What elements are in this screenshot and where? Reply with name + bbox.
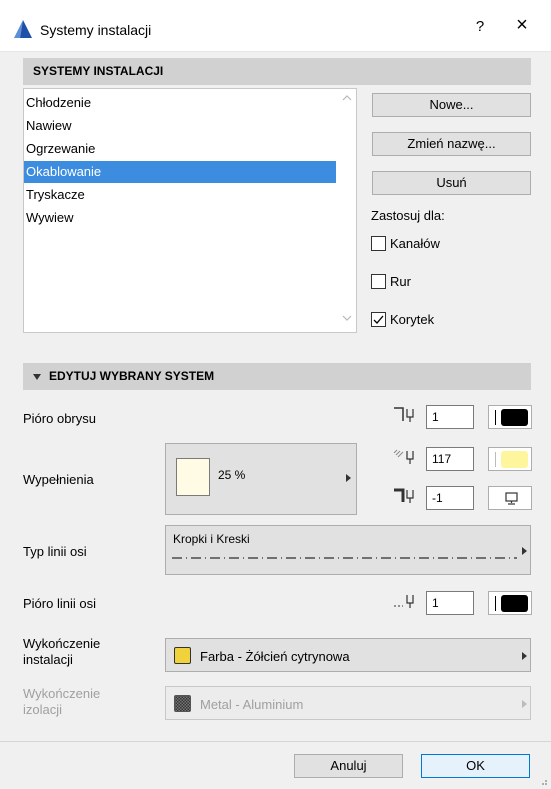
edit-section-title: EDYTUJ WYBRANY SYSTEM xyxy=(49,369,215,383)
axis-line-type-selector[interactable]: Kropki i Kreski xyxy=(165,525,531,575)
insulation-surface-value: Metal - Aluminium xyxy=(200,697,304,712)
checkbox-ducts[interactable] xyxy=(371,236,386,251)
insulation-surface-selector: Metal - Aluminium xyxy=(165,686,531,720)
installation-surface-label-line2: instalacji xyxy=(23,652,73,667)
resize-grip-icon[interactable] xyxy=(538,776,548,786)
checkbox-ducts-label[interactable]: Kanałów xyxy=(390,236,440,251)
outline-pen-icon xyxy=(394,407,414,422)
chevron-right-icon xyxy=(522,547,527,555)
dash-dot-line-preview xyxy=(172,557,517,559)
axis-pen-icon xyxy=(394,595,414,608)
axis-line-type-value: Kropki i Kreski xyxy=(173,532,250,546)
installation-surface-selector[interactable]: Farba - Żółcień cytrynowa xyxy=(165,638,531,672)
outline-pen-label: Pióro obrysu xyxy=(23,411,96,426)
scroll-up-icon[interactable] xyxy=(342,95,352,101)
list-item[interactable]: Chłodzenie xyxy=(24,92,336,114)
scroll-down-icon[interactable] xyxy=(342,315,352,321)
chevron-right-icon xyxy=(346,474,351,482)
edit-section-header[interactable]: EDYTUJ WYBRANY SYSTEM xyxy=(23,363,531,390)
background-pen-icon xyxy=(394,488,414,503)
checkmark-icon xyxy=(373,315,384,324)
footer-divider xyxy=(0,741,551,742)
installation-surface-value: Farba - Żółcień cytrynowa xyxy=(200,649,350,664)
checkbox-pipes-label[interactable]: Rur xyxy=(390,274,411,289)
help-button[interactable]: ? xyxy=(470,18,490,35)
outline-pen-color-swatch[interactable] xyxy=(488,405,532,429)
fill-selector[interactable]: 25 % xyxy=(165,443,357,515)
axis-line-pen-label: Pióro linii osi xyxy=(23,596,96,611)
axis-line-pen-field[interactable]: 1 xyxy=(426,591,474,615)
chevron-right-icon xyxy=(522,700,527,708)
ok-button[interactable]: OK xyxy=(421,754,530,778)
fill-pen-field[interactable]: 117 xyxy=(426,447,474,471)
rename-button[interactable]: Zmień nazwę... xyxy=(372,132,531,156)
fill-preview xyxy=(176,458,210,496)
delete-button[interactable]: Usuń xyxy=(372,171,531,195)
list-item-selected[interactable]: Okablowanie xyxy=(24,161,336,183)
insulation-surface-label-line1: Wykończenie xyxy=(23,686,101,701)
axis-line-pen-color xyxy=(501,595,528,612)
fill-pen-color xyxy=(501,451,528,468)
list-item[interactable]: Wywiew xyxy=(24,207,336,229)
chevron-right-icon xyxy=(522,652,527,660)
fill-pen-icon xyxy=(393,449,414,464)
systems-list[interactable]: Chłodzenie Nawiew Ogrzewanie Okablowanie… xyxy=(23,88,357,333)
monitor-icon xyxy=(505,492,518,505)
checkbox-pipes[interactable] xyxy=(371,274,386,289)
new-button[interactable]: Nowe... xyxy=(372,93,531,117)
surface-color-swatch xyxy=(174,647,191,664)
background-pen-field[interactable]: -1 xyxy=(426,486,474,510)
collapse-triangle-icon[interactable] xyxy=(33,373,41,380)
window-title: Systemy instalacji xyxy=(40,22,152,38)
list-item[interactable]: Nawiew xyxy=(24,115,336,137)
checkbox-trays[interactable] xyxy=(371,312,386,327)
metal-texture-icon xyxy=(174,695,191,712)
systems-section-header: SYSTEMY INSTALACJI xyxy=(23,58,531,85)
list-item[interactable]: Tryskacze xyxy=(24,184,336,206)
archicad-logo-icon xyxy=(14,20,32,38)
apply-for-label: Zastosuj dla: xyxy=(371,208,445,223)
axis-line-pen-color-swatch[interactable] xyxy=(488,591,532,615)
axis-line-type-label: Typ linii osi xyxy=(23,544,87,559)
cancel-button[interactable]: Anuluj xyxy=(294,754,403,778)
list-item[interactable]: Ogrzewanie xyxy=(24,138,336,160)
fill-pen-color-swatch[interactable] xyxy=(488,447,532,471)
pen-weight-tick xyxy=(495,596,496,611)
insulation-surface-label-line2: izolacji xyxy=(23,702,63,717)
outline-pen-color xyxy=(501,409,528,426)
pen-weight-tick xyxy=(495,452,496,467)
installation-surface-label-line1: Wykończenie xyxy=(23,636,101,651)
fill-percent: 25 % xyxy=(218,468,246,482)
fills-label: Wypełnienia xyxy=(23,472,94,487)
pen-weight-tick xyxy=(495,410,496,425)
close-button[interactable]: × xyxy=(510,14,534,37)
checkbox-trays-label[interactable]: Korytek xyxy=(390,312,434,327)
outline-pen-field[interactable]: 1 xyxy=(426,405,474,429)
title-bar: Systemy instalacji ? × xyxy=(0,0,551,52)
background-pen-button[interactable] xyxy=(488,486,532,510)
